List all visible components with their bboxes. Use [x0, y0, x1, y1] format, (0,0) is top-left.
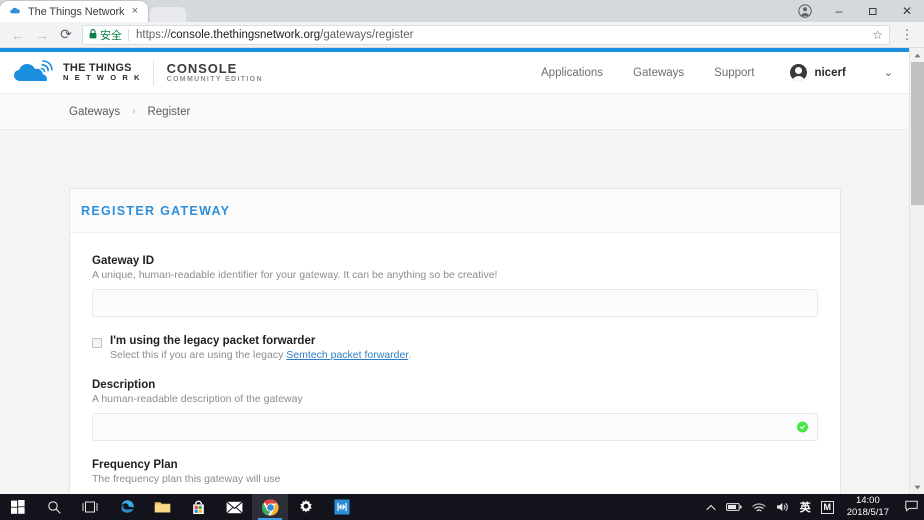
notification-center-icon[interactable]	[905, 500, 918, 515]
url-host: console.thethingsnetwork.org	[171, 29, 321, 41]
semtech-packet-forwarder-link[interactable]: Semtech packet forwarder	[286, 349, 408, 361]
gateway-id-input[interactable]	[92, 289, 818, 317]
breadcrumb: Gateways › Register	[0, 94, 909, 130]
maximize-button[interactable]	[856, 0, 890, 22]
cloud-icon	[9, 5, 22, 18]
card-header: REGISTER GATEWAY	[70, 189, 840, 233]
scroll-up-arrow-icon[interactable]	[910, 48, 924, 62]
scrollbar-thumb[interactable]	[911, 62, 924, 205]
chevron-down-icon[interactable]: ⌄	[884, 66, 893, 79]
url-path: /gateways/register	[320, 29, 413, 41]
main-content: REGISTER GATEWAY Gateway ID A unique, hu…	[0, 130, 909, 494]
minimize-button[interactable]: –	[822, 0, 856, 22]
volume-icon[interactable]	[776, 501, 790, 513]
ttn-cloud-icon	[12, 60, 56, 86]
breadcrumb-register: Register	[147, 106, 190, 118]
ttn-wordmark: THE THINGS N E T W O R K	[63, 63, 142, 82]
browser-window: The Things Network Co × – ✕ ← →	[0, 0, 924, 494]
lock-icon	[89, 29, 97, 41]
site-header: THE THINGS N E T W O R K CONSOLE COMMUNI…	[0, 52, 909, 94]
microsoft-store-button[interactable]	[180, 494, 216, 520]
user-name: nicerf	[814, 67, 845, 79]
new-tab-button[interactable]	[150, 7, 186, 22]
page-scrollbar[interactable]	[909, 48, 924, 494]
omnibox-divider	[128, 29, 129, 41]
close-window-button[interactable]: ✕	[890, 0, 924, 22]
avatar	[790, 64, 807, 81]
hint-text-before: Select this if you are using the legacy	[110, 349, 286, 361]
ime-language-icon[interactable]: 英	[800, 499, 811, 515]
clock-time: 14:00	[847, 495, 889, 507]
legacy-packet-forwarder-texts: I'm using the legacy packet forwarder Se…	[110, 335, 411, 361]
description-input[interactable]	[92, 413, 818, 441]
page-title: REGISTER GATEWAY	[81, 204, 230, 218]
secure-label: 安全	[100, 27, 122, 43]
reload-icon[interactable]: ⟳	[54, 23, 78, 47]
scroll-down-arrow-icon[interactable]	[910, 480, 924, 494]
nav-link-gateways[interactable]: Gateways	[633, 67, 684, 79]
valid-check-icon	[797, 422, 808, 433]
logo-divider	[153, 60, 154, 86]
app-button[interactable]	[324, 494, 360, 520]
clock[interactable]: 14:00 2018/5/17	[847, 495, 889, 519]
task-view-button[interactable]	[72, 494, 108, 520]
window-controls: – ✕	[788, 0, 924, 22]
mail-button[interactable]	[216, 494, 252, 520]
legacy-packet-forwarder-hint: Select this if you are using the legacy …	[110, 349, 411, 361]
nav-link-applications[interactable]: Applications	[541, 67, 603, 79]
breadcrumb-gateways[interactable]: Gateways	[69, 106, 120, 118]
tab-title: The Things Network Co	[28, 6, 128, 18]
wifi-icon[interactable]	[752, 502, 766, 513]
user-menu[interactable]: nicerf	[790, 64, 845, 81]
field-description: Description A human-readable description…	[92, 379, 818, 441]
nav-link-support[interactable]: Support	[714, 67, 754, 79]
browser-tab[interactable]: The Things Network Co ×	[0, 1, 148, 22]
start-button[interactable]	[0, 494, 36, 520]
chrome-button[interactable]	[252, 494, 288, 520]
console-wordmark: CONSOLE COMMUNITY EDITION	[167, 62, 263, 84]
console-title: CONSOLE	[167, 62, 263, 76]
hint-text-after: .	[408, 349, 411, 361]
console-subtitle: COMMUNITY EDITION	[167, 76, 263, 84]
legacy-packet-forwarder-checkbox[interactable]	[92, 338, 102, 348]
register-gateway-card: REGISTER GATEWAY Gateway ID A unique, hu…	[69, 188, 841, 494]
system-tray: 英 M 14:00 2018/5/17	[701, 495, 924, 519]
legacy-packet-forwarder-row[interactable]: I'm using the legacy packet forwarder Se…	[92, 335, 818, 361]
profile-avatar-icon[interactable]	[788, 0, 822, 22]
settings-button[interactable]	[288, 494, 324, 520]
bookmark-star-icon[interactable]: ☆	[872, 28, 883, 42]
tab-strip: The Things Network Co × – ✕	[0, 0, 924, 22]
file-explorer-button[interactable]	[144, 494, 180, 520]
field-gateway-id: Gateway ID A unique, human-readable iden…	[92, 255, 818, 317]
chevron-right-icon: ›	[132, 106, 135, 117]
forward-icon[interactable]: →	[30, 23, 54, 47]
ttn-wordmark-line2: N E T W O R K	[63, 74, 142, 82]
edge-button[interactable]	[108, 494, 144, 520]
legacy-packet-forwarder-label: I'm using the legacy packet forwarder	[110, 335, 411, 347]
card-body: Gateway ID A unique, human-readable iden…	[70, 233, 840, 485]
frequency-plan-label: Frequency Plan	[92, 459, 818, 471]
frequency-plan-hint: The frequency plan this gateway will use	[92, 473, 818, 485]
search-button[interactable]	[36, 494, 72, 520]
tray-app-m-icon[interactable]: M	[821, 501, 834, 514]
close-icon[interactable]: ×	[128, 6, 142, 17]
description-hint: A human-readable description of the gate…	[92, 393, 818, 405]
gateway-id-label: Gateway ID	[92, 255, 818, 267]
page-viewport: THE THINGS N E T W O R K CONSOLE COMMUNI…	[0, 48, 924, 494]
page-content: THE THINGS N E T W O R K CONSOLE COMMUNI…	[0, 48, 909, 494]
tray-overflow-icon[interactable]	[706, 504, 716, 511]
gateway-id-hint: A unique, human-readable identifier for …	[92, 269, 818, 281]
clock-date: 2018/5/17	[847, 507, 889, 519]
chrome-menu-icon[interactable]: ⋮	[896, 28, 918, 41]
battery-icon[interactable]	[726, 502, 742, 512]
site-logo[interactable]: THE THINGS N E T W O R K CONSOLE COMMUNI…	[12, 60, 263, 86]
field-frequency-plan: Frequency Plan The frequency plan this g…	[92, 459, 818, 485]
windows-taskbar: 英 M 14:00 2018/5/17	[0, 494, 924, 520]
url-scheme: https://	[136, 29, 171, 41]
browser-toolbar: ← → ⟳ 安全 https://console.thethingsnetwor…	[0, 22, 924, 48]
header-nav: Applications Gateways Support nicerf ⌄	[511, 64, 893, 81]
back-icon[interactable]: ←	[6, 23, 30, 47]
address-bar[interactable]: 安全 https://console.thethingsnetwork.org/…	[82, 25, 890, 45]
description-label: Description	[92, 379, 818, 391]
